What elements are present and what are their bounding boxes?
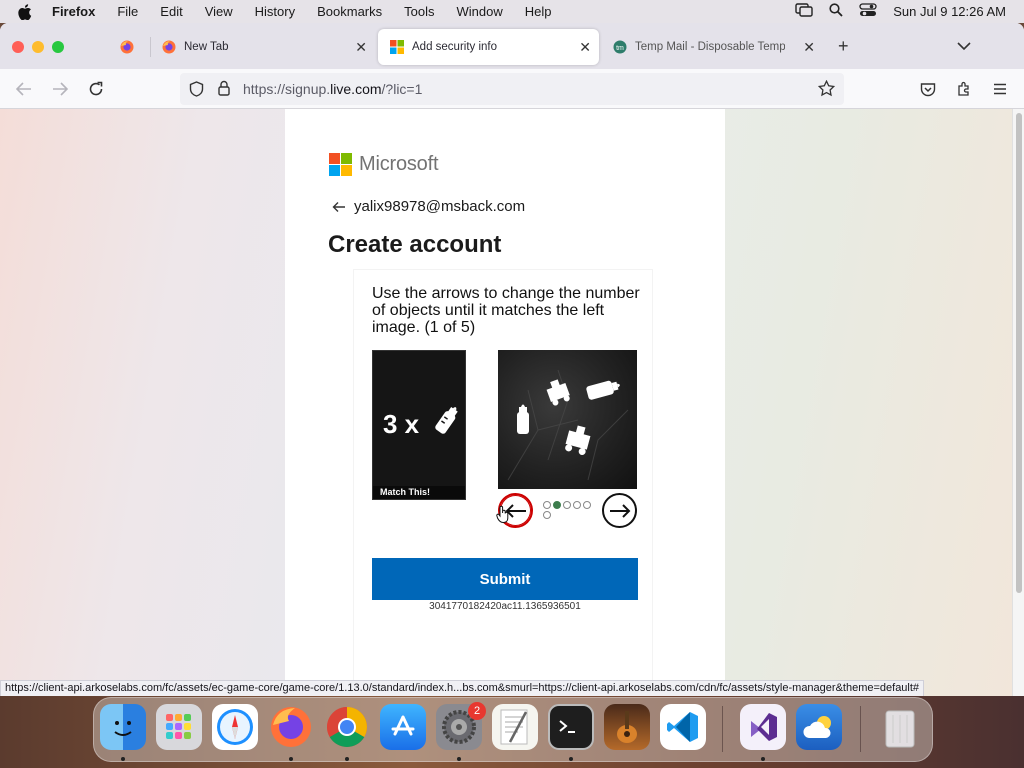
- menu-file[interactable]: File: [117, 4, 138, 19]
- tab-title: New Tab: [184, 41, 229, 53]
- apple-icon[interactable]: [18, 3, 36, 20]
- back-icon[interactable]: [15, 80, 33, 98]
- carousel-dot: [573, 501, 581, 509]
- tracking-protection-shield-icon[interactable]: [189, 81, 204, 102]
- close-tab-icon[interactable]: ✕: [579, 39, 591, 56]
- forward-icon[interactable]: [51, 80, 69, 98]
- menu-edit[interactable]: Edit: [160, 4, 182, 19]
- tempmail-icon: tm: [613, 40, 627, 54]
- url-prefix: https://signup.: [243, 81, 331, 97]
- menu-window[interactable]: Window: [457, 4, 503, 19]
- bookmark-star-icon[interactable]: [817, 79, 836, 102]
- match-this-label: Match This!: [373, 486, 465, 499]
- close-tab-icon[interactable]: ✕: [355, 39, 367, 56]
- trash-icon[interactable]: [877, 704, 923, 750]
- close-tab-icon[interactable]: ✕: [803, 39, 815, 56]
- menubar-clock[interactable]: Sun Jul 9 12:26 AM: [893, 4, 1006, 19]
- app-store-icon[interactable]: [380, 704, 426, 750]
- svg-text:tm: tm: [616, 45, 624, 52]
- page-viewport: Microsoft yalix98978@msback.com Create a…: [0, 109, 1024, 696]
- textedit-icon[interactable]: [492, 704, 538, 750]
- pocket-icon[interactable]: [919, 80, 937, 98]
- terminal-icon[interactable]: [548, 704, 594, 750]
- tab-pinned-firefox[interactable]: [108, 29, 148, 65]
- menu-app-name[interactable]: Firefox: [52, 4, 95, 19]
- new-tab-button[interactable]: +: [838, 36, 849, 57]
- list-all-tabs-icon[interactable]: [957, 38, 971, 56]
- account-email: yalix98978@msback.com: [354, 198, 526, 215]
- navigation-toolbar: https://signup.live.com/?lic=1: [0, 69, 1024, 109]
- carousel-dots: [543, 501, 595, 519]
- arrow-right-icon: [609, 503, 630, 518]
- tab-new-tab[interactable]: New Tab ✕: [150, 29, 375, 65]
- instruments-icon[interactable]: [604, 704, 650, 750]
- carousel-dot: [583, 501, 591, 509]
- answer-image-objects: [507, 369, 629, 481]
- weather-icon[interactable]: [796, 704, 842, 750]
- address-bar[interactable]: https://signup.live.com/?lic=1: [180, 73, 844, 105]
- control-center-icon[interactable]: [859, 3, 877, 20]
- captcha-instructions: Use the arrows to change the number of o…: [372, 285, 640, 336]
- microsoft-icon: [390, 40, 404, 54]
- reference-count: 3 x: [383, 409, 420, 439]
- menu-view[interactable]: View: [205, 4, 233, 19]
- submit-button[interactable]: Submit: [372, 558, 638, 600]
- macos-menu-bar: Firefox File Edit View History Bookmarks…: [0, 0, 1024, 23]
- close-window-button[interactable]: [12, 41, 24, 53]
- carousel-dot: [553, 501, 561, 509]
- safari-icon[interactable]: [212, 704, 258, 750]
- next-arrow-button[interactable]: [602, 493, 637, 528]
- minimize-window-button[interactable]: [32, 41, 44, 53]
- identity-banner: yalix98978@msback.com: [332, 198, 525, 215]
- screen-mirroring-icon[interactable]: [795, 3, 813, 20]
- tab-title: Add security info: [412, 41, 498, 53]
- menu-help[interactable]: Help: [525, 4, 552, 19]
- url-text[interactable]: https://signup.live.com/?lic=1: [243, 81, 422, 97]
- scrollbar-thumb[interactable]: [1016, 113, 1022, 593]
- extensions-icon[interactable]: [955, 80, 973, 98]
- zoom-window-button[interactable]: [52, 41, 64, 53]
- menu-tools[interactable]: Tools: [404, 4, 434, 19]
- captcha-answer-image: [498, 350, 637, 489]
- carousel-dot: [563, 501, 571, 509]
- microsoft-wordmark: Microsoft: [359, 153, 439, 175]
- window-controls: [12, 41, 64, 53]
- firefox-window: New Tab ✕ Add security info ✕ tm Temp Ma…: [0, 23, 1024, 696]
- page-scrollbar[interactable]: [1012, 109, 1024, 696]
- signup-card: Microsoft yalix98978@msback.com Create a…: [285, 109, 725, 696]
- menu-bookmarks[interactable]: Bookmarks: [317, 4, 382, 19]
- vscode-icon[interactable]: [660, 704, 706, 750]
- app-menu-hamburger-icon[interactable]: [991, 80, 1009, 98]
- microsoft-logo-icon: [329, 153, 352, 176]
- back-arrow-icon[interactable]: [332, 201, 346, 213]
- launchpad-icon[interactable]: [156, 704, 202, 750]
- baby-bottle-icon: [433, 403, 461, 442]
- menu-history[interactable]: History: [255, 4, 295, 19]
- carousel-dot: [543, 511, 551, 519]
- firefox-icon: [162, 40, 176, 54]
- spotlight-search-icon[interactable]: [829, 3, 843, 20]
- visual-studio-icon[interactable]: [740, 704, 786, 750]
- tab-add-security-info[interactable]: Add security info ✕: [378, 29, 599, 65]
- finder-icon[interactable]: [100, 704, 146, 750]
- tab-temp-mail[interactable]: tm Temp Mail - Disposable Tempor ✕: [601, 29, 823, 65]
- page-title: Create account: [328, 231, 502, 258]
- firefox-dock-icon[interactable]: [268, 704, 314, 750]
- hand-cursor-icon: [496, 505, 510, 528]
- url-domain: live.com: [330, 81, 382, 97]
- carousel-dot: [543, 501, 551, 509]
- chrome-icon[interactable]: [324, 704, 370, 750]
- link-status-bar: https://client-api.arkoselabs.com/fc/ass…: [0, 680, 925, 696]
- tab-strip: New Tab ✕ Add security info ✕ tm Temp Ma…: [0, 23, 1024, 69]
- notification-badge: 2: [468, 702, 486, 720]
- microsoft-logo: Microsoft: [329, 153, 439, 176]
- lock-icon[interactable]: [218, 80, 230, 101]
- tab-title: Temp Mail - Disposable Tempor: [635, 41, 785, 53]
- url-suffix: /?lic=1: [381, 81, 423, 97]
- firefox-icon: [120, 40, 134, 54]
- captcha-reference-image: 3 x Match This!: [372, 350, 466, 500]
- session-id: 3041770182420ac11.1365936501: [429, 601, 581, 612]
- reload-icon[interactable]: [87, 80, 105, 98]
